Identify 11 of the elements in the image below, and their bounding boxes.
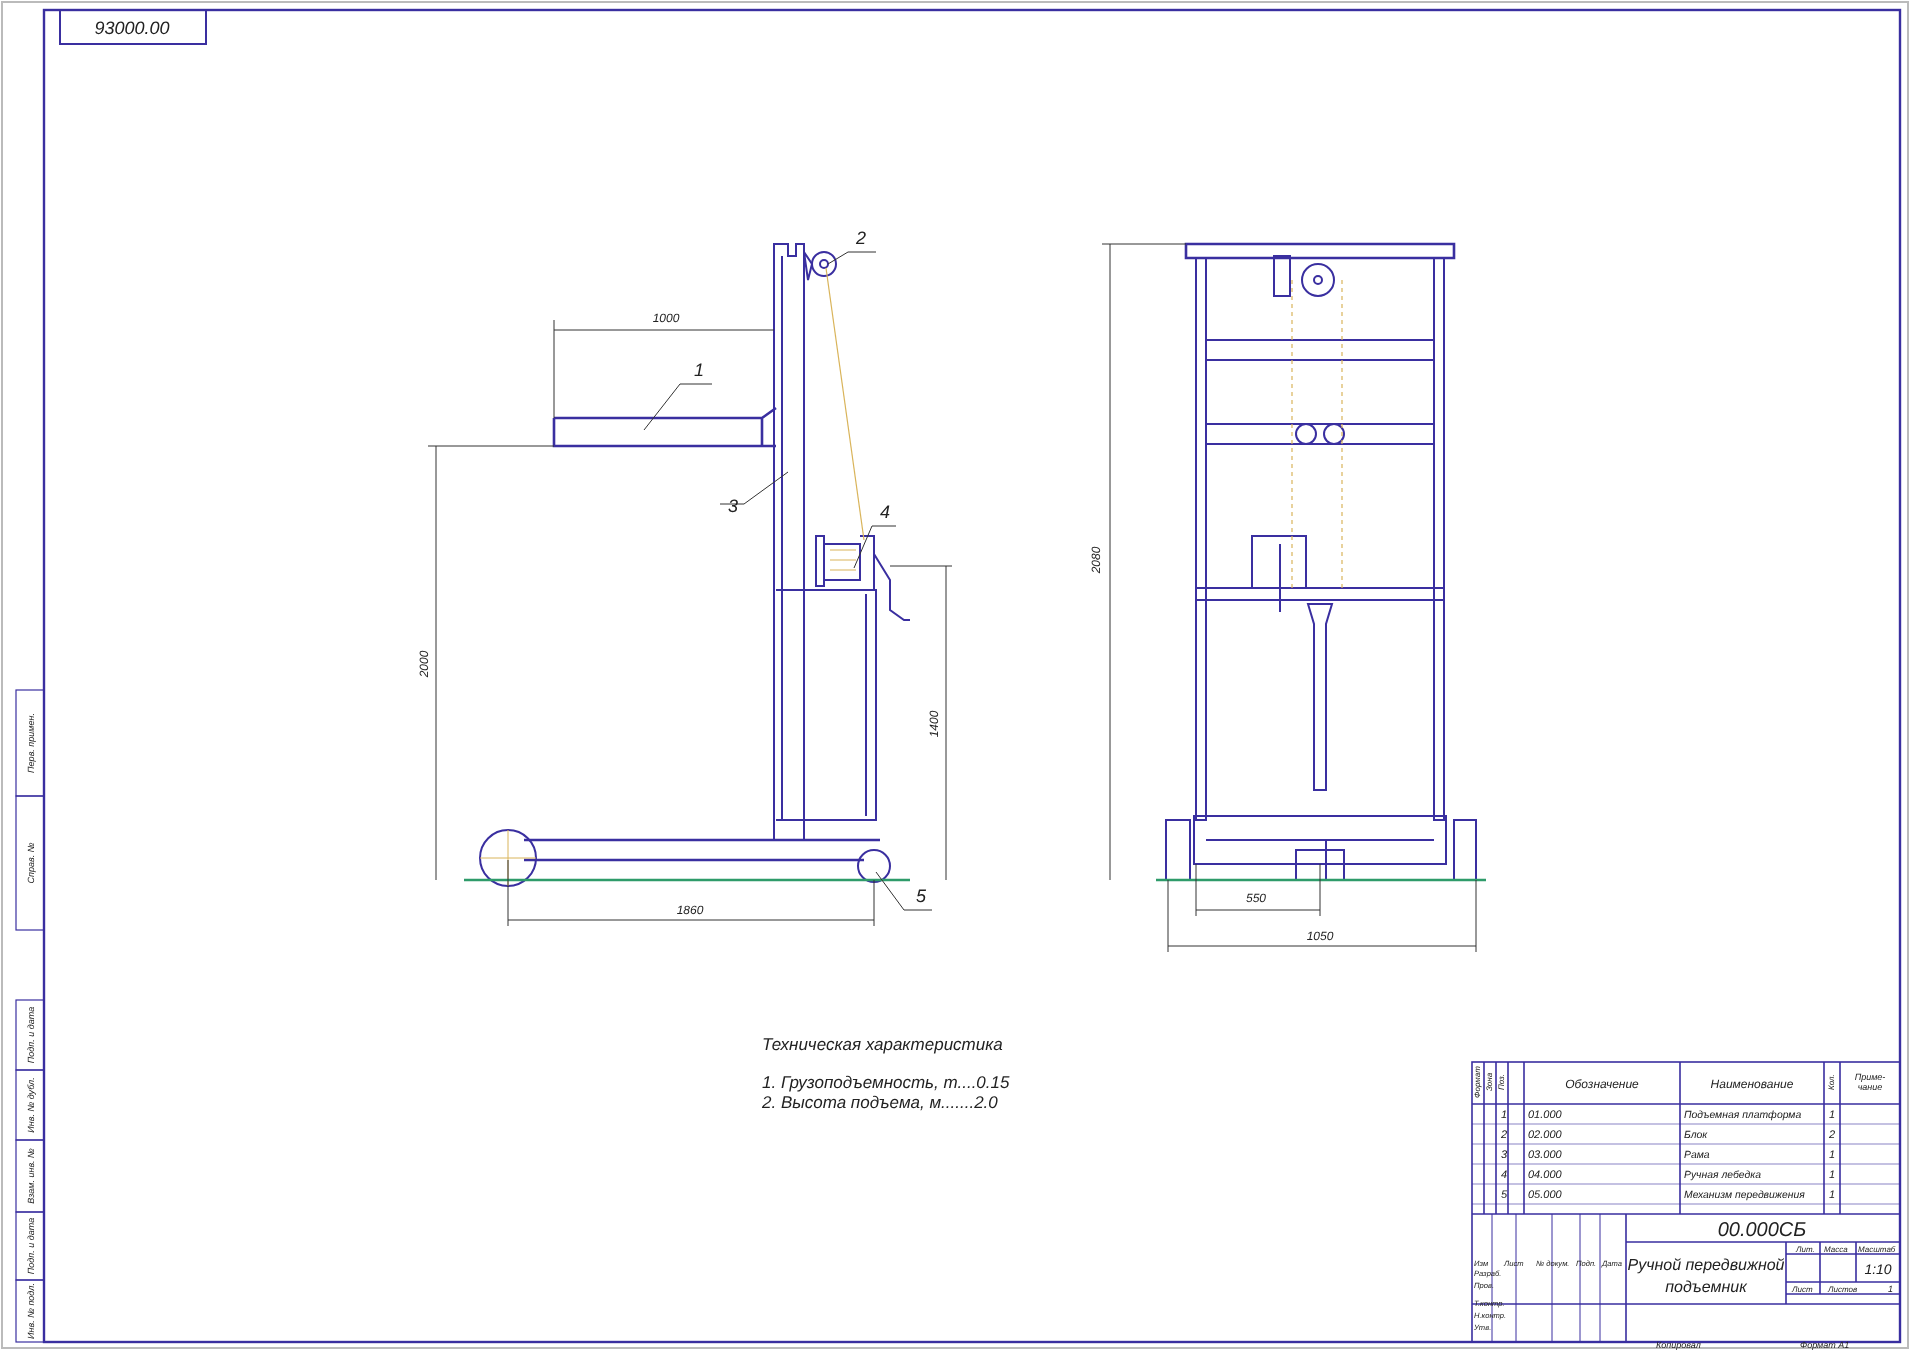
drawing-title: Ручной передвижной подъемник: [1627, 1256, 1785, 1296]
callout-number: 5: [916, 886, 927, 906]
specs-title: Техническая характеристика: [762, 1034, 1003, 1054]
callout-number: 1: [694, 360, 705, 380]
specs-line: 1. Грузоподъемность, т....0.15: [762, 1072, 1010, 1092]
callout-number: 2: [856, 228, 867, 248]
callout-number: 4: [880, 502, 891, 522]
callout-number: 3: [728, 496, 739, 516]
specs-line: 2. Высота подъема, м.......2.0: [762, 1092, 998, 1112]
sheet-code: 93000.00: [94, 18, 170, 38]
document-code: 00.000СБ: [1717, 1220, 1807, 1242]
